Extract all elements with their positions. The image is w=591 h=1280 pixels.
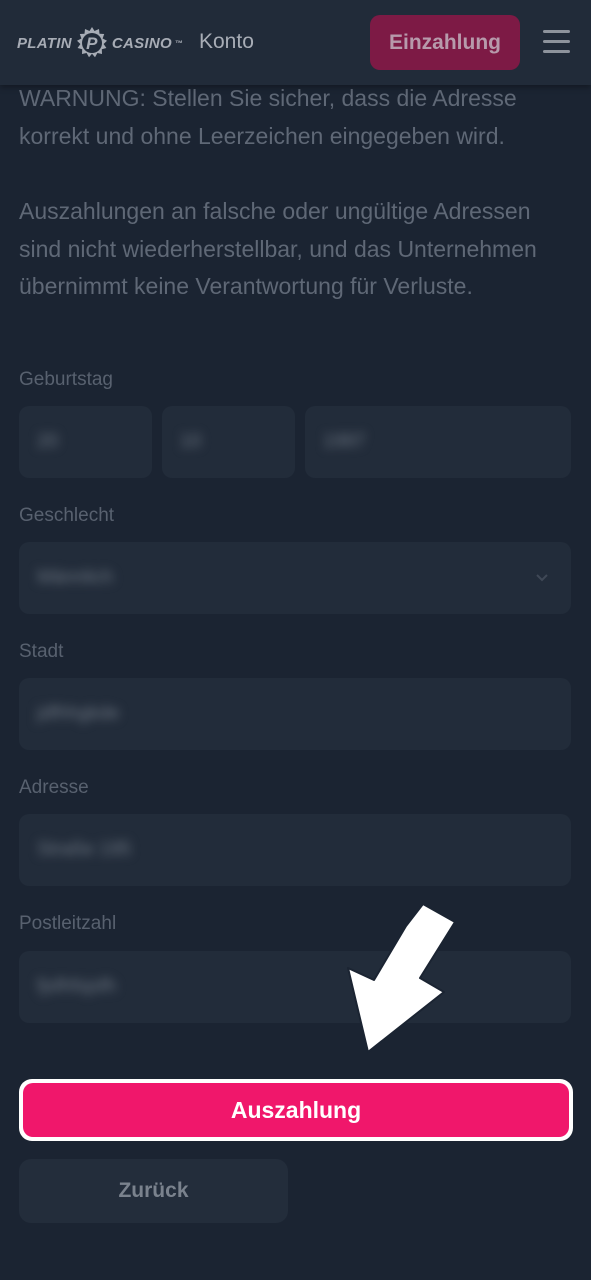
gender-value: Männlich — [37, 567, 114, 588]
logo-text-right: CASINO — [111, 34, 172, 52]
birthday-day-field[interactable]: 20 — [19, 406, 152, 478]
logo-text-left: PLATIN — [17, 34, 72, 52]
birthday-day-value: 20 — [37, 431, 59, 452]
top-header: PLATIN P CASINO ™ Konto Einzahlung — [0, 0, 591, 85]
birthday-year-field[interactable]: 1997 — [305, 406, 571, 478]
warning-paragraph-address: WARNUNG: Stellen Sie sicher, dass die Ad… — [19, 85, 517, 149]
city-label: Stadt — [19, 641, 64, 662]
gender-label: Geschlecht — [19, 505, 115, 526]
birthday-year-value: 1997 — [323, 431, 366, 452]
deposit-button[interactable]: Einzahlung — [370, 15, 520, 70]
birthday-month-field[interactable]: 10 — [162, 406, 295, 478]
city-field[interactable]: jdfhhgkde — [19, 678, 571, 750]
address-value: Straße 195 — [37, 839, 131, 860]
gender-select[interactable]: Männlich — [19, 542, 571, 614]
logo-trademark: ™ — [175, 38, 184, 48]
postal-code-value: fjsfhfsjsfh — [37, 976, 117, 997]
city-value: jdfhhgkde — [37, 703, 120, 724]
svg-text:P: P — [86, 34, 98, 53]
logo-p-emblem-icon: P — [75, 26, 109, 60]
nav-account-link[interactable]: Konto — [199, 30, 254, 54]
platin-casino-logo[interactable]: PLATIN P CASINO ™ — [17, 27, 183, 59]
arrow-down-left-icon — [347, 903, 456, 1053]
back-button[interactable]: Zurück — [19, 1159, 288, 1223]
birthday-label: Geburtstag — [19, 369, 113, 390]
address-field[interactable]: Straße 195 — [19, 814, 571, 886]
address-label: Adresse — [19, 777, 89, 798]
postal-code-field[interactable]: fjsfhfsjsfh — [19, 951, 571, 1023]
warning-paragraph-liability: Auszahlungen an falsche oder ungültige A… — [19, 198, 537, 299]
chevron-down-icon — [536, 574, 548, 582]
withdraw-button[interactable]: Auszahlung — [19, 1079, 573, 1141]
hamburger-menu-icon[interactable] — [543, 30, 571, 54]
withdraw-button-label: Auszahlung — [23, 1083, 569, 1137]
withdrawal-warning: WARNUNG: Stellen Sie sicher, dass die Ad… — [19, 80, 574, 306]
birthday-month-value: 10 — [180, 431, 202, 452]
postal-code-label: Postleitzahl — [19, 913, 117, 934]
